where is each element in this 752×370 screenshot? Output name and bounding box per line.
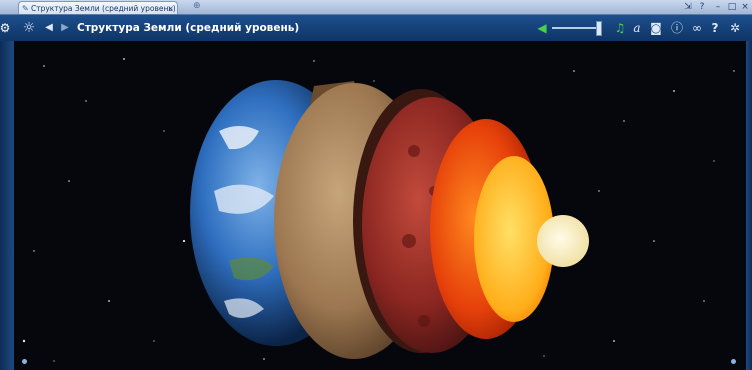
close-window-icon[interactable]: × — [739, 0, 751, 14]
settings-sun-icon[interactable]: ☼ — [20, 19, 38, 37]
speaker-icon[interactable]: ◀ — [533, 19, 551, 37]
corner-marker-left — [22, 359, 27, 364]
help-window-icon[interactable]: ? — [696, 0, 708, 14]
camera-icon[interactable]: ◙ — [647, 19, 665, 37]
volume-slider[interactable] — [552, 27, 598, 29]
volume-thumb[interactable] — [596, 21, 602, 36]
gear-icon[interactable]: ✲ — [726, 19, 744, 37]
restore-icon[interactable]: ⇲ — [682, 0, 694, 14]
tab-bar: ✎ Структура Земли (средний уровень) × ⊕ … — [0, 0, 752, 15]
toolbar: ⚙ ☼ ◀ ▶ Структура Земли (средний уровень… — [0, 15, 752, 42]
earth-cross-section-illustration — [22, 58, 735, 362]
help-icon[interactable]: ? — [706, 19, 724, 37]
page-title: Структура Земли (средний уровень) — [77, 22, 300, 34]
menu-icon[interactable]: ⚙ — [0, 19, 14, 37]
right-panel-strip — [746, 41, 752, 370]
earth-structure-view[interactable] — [14, 41, 746, 370]
corner-marker-right — [731, 359, 736, 364]
info-icon[interactable]: ⓘ — [668, 19, 686, 37]
pencil-icon: ✎ — [22, 4, 29, 13]
new-tab-icon[interactable]: ⊕ — [193, 1, 201, 11]
maximize-icon[interactable]: □ — [726, 0, 738, 14]
minimize-icon[interactable]: – — [712, 0, 724, 14]
tab-structure-earth[interactable]: ✎ Структура Земли (средний уровень) × — [18, 1, 178, 14]
tab-close-icon[interactable]: × — [167, 2, 174, 14]
text-icon[interactable]: a — [628, 19, 646, 37]
music-icon[interactable]: ♫ — [611, 19, 629, 37]
left-panel-strip — [0, 41, 14, 370]
link-icon[interactable]: ∞ — [688, 19, 706, 37]
tab-label: Структура Земли (средний уровень) — [31, 4, 176, 13]
forward-icon[interactable]: ▶ — [56, 19, 74, 37]
